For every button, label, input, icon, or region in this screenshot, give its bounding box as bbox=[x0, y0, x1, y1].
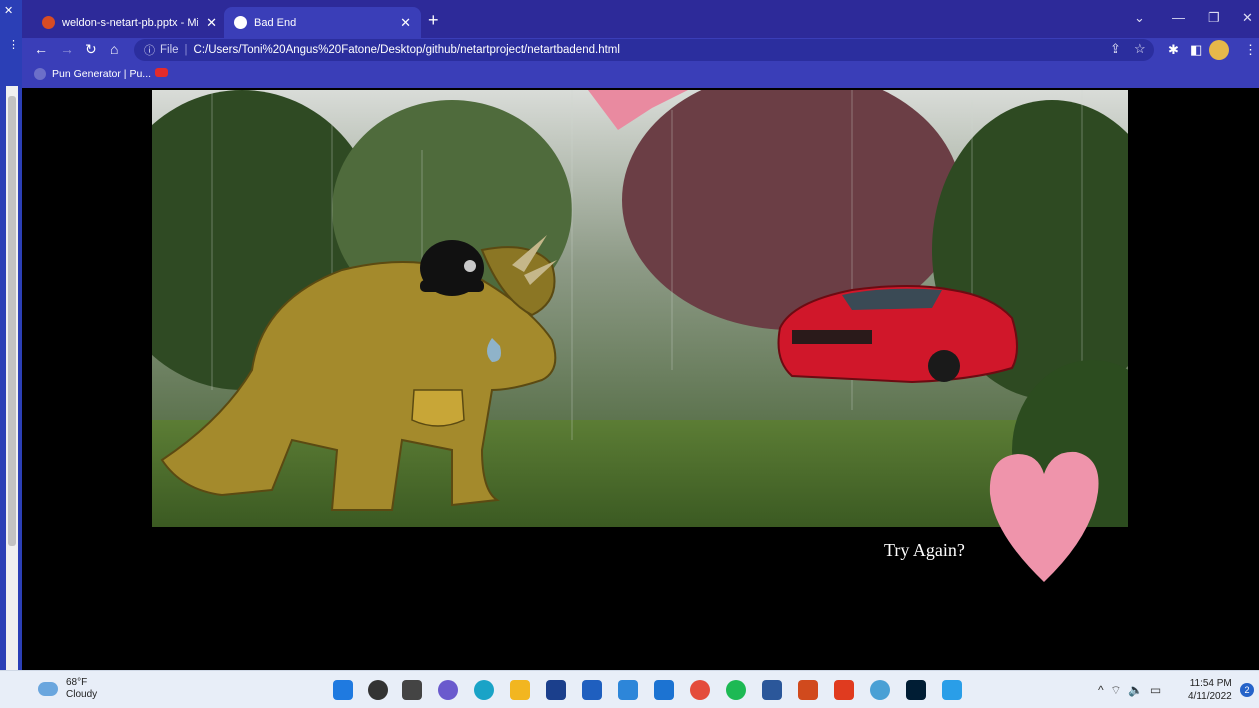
taskbar: 68°F Cloudy ^ ⌔ 🔈 ▭ 11:54 PM 4/11/2022 2 bbox=[0, 670, 1259, 708]
bookmark-youtube[interactable] bbox=[155, 68, 168, 77]
tab-label: Bad End bbox=[254, 16, 297, 29]
extensions-icon[interactable]: ✱ bbox=[1168, 42, 1179, 58]
reload-button[interactable]: ↻ bbox=[85, 41, 97, 58]
back-button[interactable]: ← bbox=[34, 41, 48, 57]
clock-date: 4/11/2022 bbox=[1188, 691, 1232, 702]
edge-icon[interactable] bbox=[474, 680, 494, 700]
sheriff-badge-icon bbox=[411, 389, 465, 427]
tab-powerpoint[interactable]: weldon-s-netart-pb.pptx - Micros ✕ bbox=[32, 7, 227, 38]
share-icon[interactable]: ⇪ bbox=[1110, 41, 1121, 57]
file-explorer-icon[interactable] bbox=[510, 680, 530, 700]
tab-label: weldon-s-netart-pb.pptx - Micros bbox=[62, 16, 198, 29]
more-icon[interactable]: ⋮ bbox=[8, 38, 19, 51]
restore-button[interactable]: ❐ bbox=[1208, 10, 1220, 26]
task-view-icon[interactable] bbox=[402, 680, 422, 700]
tab-bar: weldon-s-netart-pb.pptx - Micros ✕ Bad E… bbox=[22, 0, 1259, 38]
page-content: Try Again? bbox=[22, 88, 1259, 670]
home-button[interactable]: ⌂ bbox=[110, 41, 118, 57]
clock[interactable]: 11:54 PM 4/11/2022 bbox=[1188, 677, 1232, 703]
scrollbar[interactable] bbox=[6, 86, 18, 670]
url-text: C:/Users/Toni%20Angus%20Fatone/Desktop/g… bbox=[193, 44, 620, 56]
globe-icon bbox=[234, 16, 247, 29]
url-separator: | bbox=[184, 44, 188, 56]
try-again-link[interactable]: Try Again? bbox=[884, 540, 965, 561]
pink-heart-icon bbox=[989, 451, 1099, 582]
bookmark-pun-generator[interactable]: Pun Generator | Pu... bbox=[34, 68, 151, 80]
start-icon[interactable] bbox=[333, 680, 353, 700]
weather-widget[interactable]: 68°F Cloudy bbox=[38, 677, 97, 701]
address-bar[interactable]: ⓘ File | C:/Users/Toni%20Angus%20Fatone/… bbox=[134, 39, 1154, 61]
police-helmet-icon bbox=[420, 240, 484, 296]
photoshop-icon[interactable] bbox=[906, 680, 926, 700]
red-sports-car-icon bbox=[777, 285, 1018, 384]
menu-icon[interactable]: ⋮ bbox=[1244, 42, 1257, 58]
app-icon[interactable] bbox=[654, 680, 674, 700]
new-tab-button[interactable]: + bbox=[428, 10, 439, 31]
bookmark-favicon bbox=[34, 68, 46, 80]
browser-window: weldon-s-netart-pb.pptx - Micros ✕ Bad E… bbox=[22, 0, 1259, 670]
youtube-icon bbox=[155, 68, 168, 77]
tab-search-icon[interactable]: ⌄ bbox=[1134, 10, 1145, 26]
bookmarks-bar: Pun Generator | Pu... bbox=[22, 62, 1259, 88]
weather-description: Cloudy bbox=[66, 689, 98, 700]
side-panel-icon[interactable]: ◧ bbox=[1190, 42, 1202, 58]
mail-icon[interactable] bbox=[582, 680, 602, 700]
background-window-edge: ✕ ⋮ bbox=[0, 0, 22, 670]
powerpoint-icon[interactable] bbox=[798, 680, 818, 700]
bookmark-star-icon[interactable]: ☆ bbox=[1134, 41, 1146, 57]
notification-badge[interactable]: 2 bbox=[1240, 683, 1254, 697]
profile-avatar[interactable] bbox=[1209, 40, 1229, 60]
chat-icon[interactable] bbox=[438, 680, 458, 700]
bookmark-label: Pun Generator | Pu... bbox=[52, 68, 152, 80]
tab-bad-end[interactable]: Bad End ✕ bbox=[224, 7, 421, 38]
app-icon[interactable] bbox=[870, 680, 890, 700]
minimize-button[interactable]: — bbox=[1172, 10, 1185, 25]
scene-image bbox=[152, 90, 1128, 527]
url-scheme: File bbox=[160, 44, 179, 56]
chrome-icon[interactable] bbox=[690, 680, 710, 700]
search-icon[interactable] bbox=[368, 680, 388, 700]
store-icon[interactable] bbox=[546, 680, 566, 700]
powerpoint-icon bbox=[42, 16, 55, 29]
office-icon[interactable] bbox=[834, 680, 854, 700]
browser-toolbar: ← → ↻ ⌂ ⓘ File | C:/Users/Toni%20Angus%2… bbox=[22, 38, 1259, 62]
system-tray[interactable]: ^ ⌔ 🔈 ▭ bbox=[1098, 683, 1161, 698]
spotify-icon[interactable] bbox=[726, 680, 746, 700]
clock-time: 11:54 PM bbox=[1189, 678, 1232, 689]
close-icon[interactable]: ✕ bbox=[4, 4, 13, 17]
close-tab-icon[interactable]: ✕ bbox=[206, 15, 217, 31]
close-window-button[interactable]: ✕ bbox=[1242, 10, 1253, 26]
info-icon[interactable]: ⓘ bbox=[144, 42, 155, 58]
vscode-icon[interactable] bbox=[942, 680, 962, 700]
scrollbar-thumb[interactable] bbox=[8, 96, 16, 546]
close-tab-icon[interactable]: ✕ bbox=[400, 15, 411, 31]
word-icon[interactable] bbox=[762, 680, 782, 700]
forward-button[interactable]: → bbox=[60, 41, 74, 57]
weather-temperature: 68°F bbox=[66, 677, 88, 688]
cloud-icon bbox=[38, 682, 58, 696]
app-icon[interactable] bbox=[618, 680, 638, 700]
